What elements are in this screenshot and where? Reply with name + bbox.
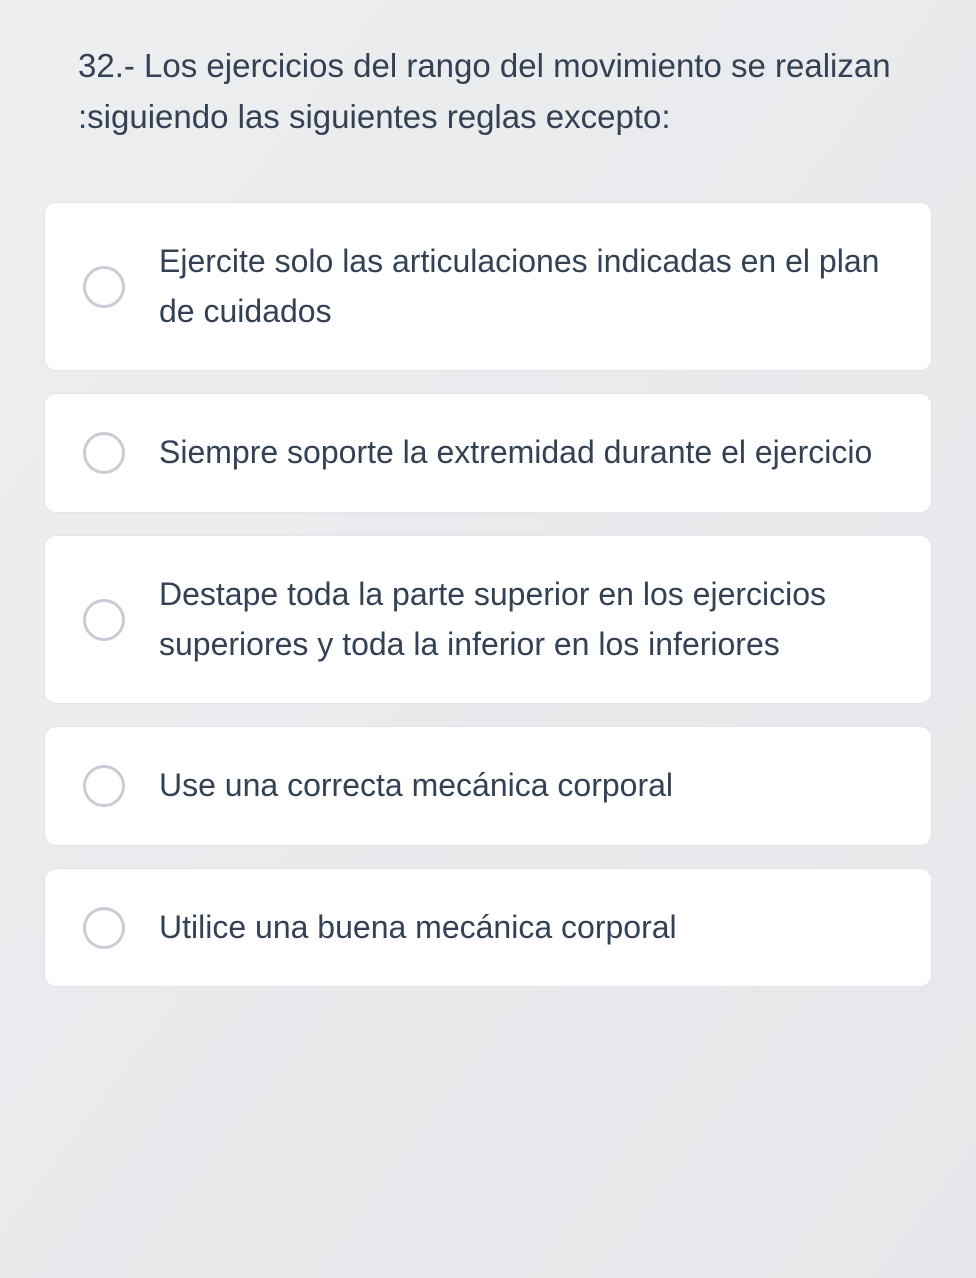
radio-icon bbox=[83, 599, 125, 641]
radio-icon bbox=[83, 907, 125, 949]
radio-icon bbox=[83, 432, 125, 474]
options-container: Ejercite solo las articulaciones indicad… bbox=[44, 202, 932, 987]
option-label: Utilice una buena mecánica corporal bbox=[159, 903, 677, 953]
option-label: Ejercite solo las articulaciones indicad… bbox=[159, 237, 903, 336]
radio-icon bbox=[83, 765, 125, 807]
option-card-4[interactable]: Use una correcta mecánica corporal bbox=[44, 726, 932, 846]
option-label: Use una correcta mecánica corporal bbox=[159, 761, 673, 811]
option-card-2[interactable]: Siempre soporte la extremidad durante el… bbox=[44, 393, 932, 513]
radio-icon bbox=[83, 266, 125, 308]
option-card-3[interactable]: Destape toda la parte superior en los ej… bbox=[44, 535, 932, 704]
option-label: Destape toda la parte superior en los ej… bbox=[159, 570, 903, 669]
option-card-1[interactable]: Ejercite solo las articulaciones indicad… bbox=[44, 202, 932, 371]
question-text: 32.- Los ejercicios del rango del movimi… bbox=[78, 40, 922, 142]
option-label: Siempre soporte la extremidad durante el… bbox=[159, 428, 872, 478]
option-card-5[interactable]: Utilice una buena mecánica corporal bbox=[44, 868, 932, 988]
